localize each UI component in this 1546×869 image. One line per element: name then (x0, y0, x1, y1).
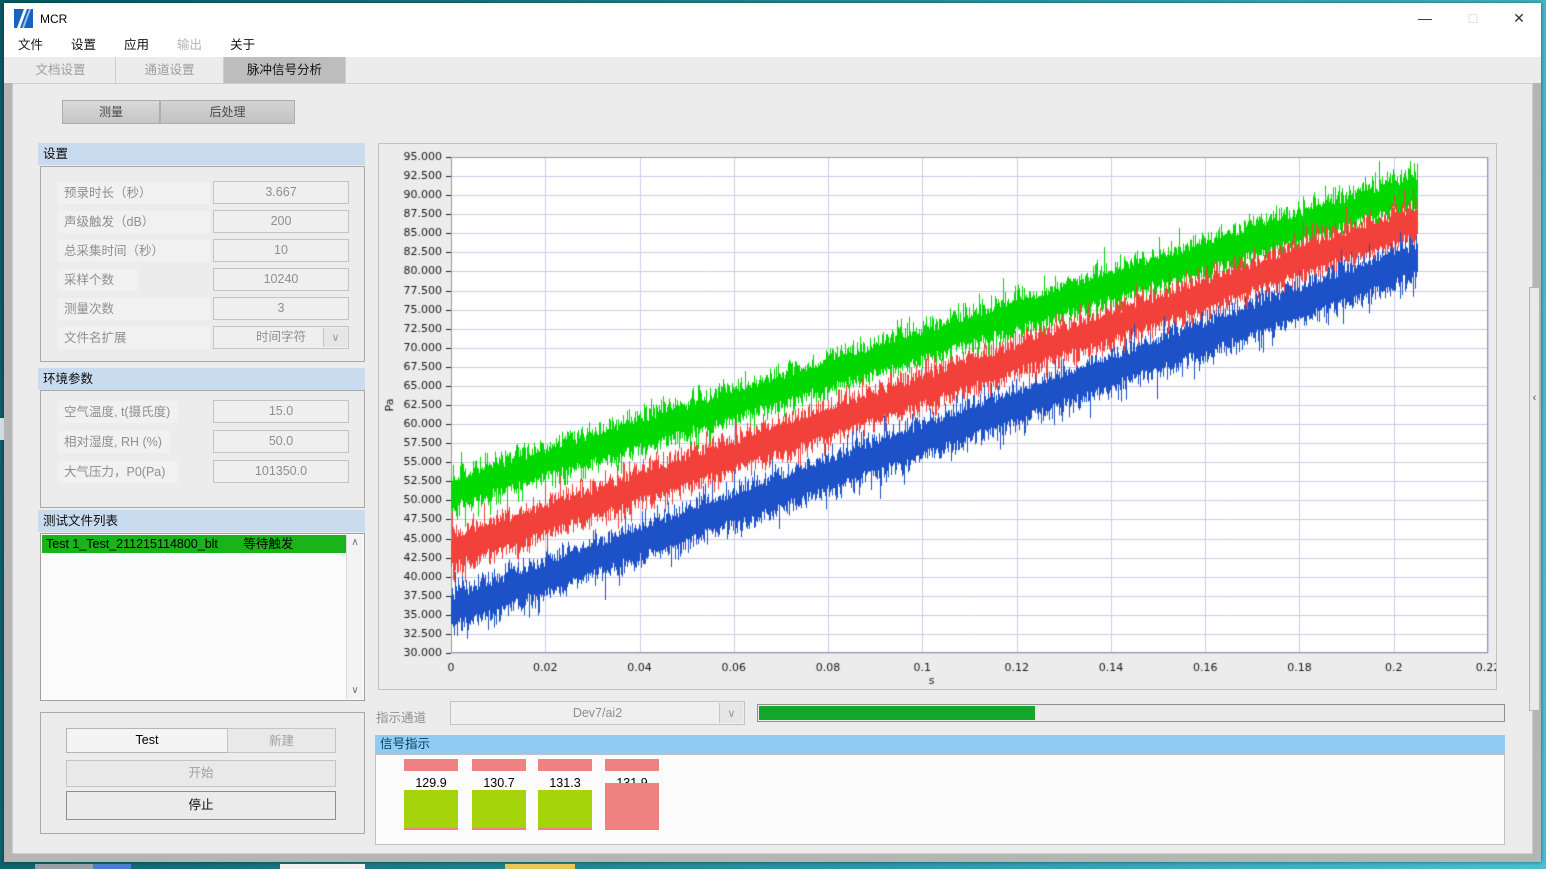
humidity-label: 相对湿度, RH (%) (58, 431, 170, 453)
filename-ext-dropdown[interactable]: 时间字符 ∨ (213, 326, 349, 349)
menu-bar: 文件 设置 应用 输出 关于 (4, 34, 1541, 57)
desktop-icon-sliver (0, 418, 4, 440)
new-button[interactable]: 新建 (227, 728, 336, 753)
level-trigger-label: 声级触发（dB） (58, 211, 210, 233)
signal-indicator-box: 129.9 130.7 131.3 131.9 (375, 754, 1505, 845)
maximize-button[interactable]: □ (1450, 3, 1496, 33)
start-button[interactable]: 开始 (66, 760, 336, 787)
test-file-list[interactable]: Test 1_Test_211215114800_blt 等待触发 ∧ ∨ (40, 533, 365, 701)
subtab-measure[interactable]: 测量 (62, 100, 160, 124)
pressure-field[interactable]: 101350.0 (213, 460, 349, 483)
tab-document-settings[interactable]: 文档设置 (6, 57, 116, 83)
title-bar: MCR — □ ✕ (4, 3, 1541, 34)
menu-settings[interactable]: 设置 (57, 34, 110, 57)
taskbar-icon-sliver (35, 864, 93, 869)
minimize-button[interactable]: — (1402, 3, 1448, 33)
taskbar-icon-sliver (93, 864, 131, 869)
close-button[interactable]: ✕ (1496, 3, 1542, 33)
list-scrollbar[interactable]: ∧ ∨ (346, 535, 363, 699)
signal-section-header: 信号指示 (375, 735, 1505, 754)
chevron-down-icon[interactable]: ∨ (719, 703, 743, 723)
signal-value: 130.7 (472, 776, 526, 790)
signal-value: 131.3 (538, 776, 592, 790)
app-logo-icon (14, 9, 33, 28)
taskbar-icon-sliver (280, 864, 365, 869)
signal-level-block (472, 790, 526, 830)
signal-value: 129.9 (404, 776, 458, 790)
indicator-channel-value: Dev7/ai2 (573, 706, 622, 720)
test-file-status: 等待触发 (243, 537, 293, 551)
tab-channel-settings[interactable]: 通道设置 (116, 57, 224, 83)
tab-strip: 文档设置 通道设置 脉冲信号分析 (4, 57, 1541, 83)
test-name-input[interactable]: Test (66, 728, 228, 753)
env-group-header: 环境参数 (38, 368, 365, 390)
humidity-field[interactable]: 50.0 (213, 430, 349, 453)
window-title: MCR (40, 12, 67, 26)
menu-about[interactable]: 关于 (216, 34, 269, 57)
level-trigger-field[interactable]: 200 (213, 210, 349, 233)
measure-times-field[interactable]: 3 (213, 297, 349, 320)
pressure-label: 大气压力，P0(Pa) (58, 461, 178, 483)
measure-times-label: 测量次数 (58, 298, 210, 320)
signal-threshold-bar (538, 759, 592, 771)
sample-count-field[interactable]: 10240 (213, 268, 349, 291)
indicator-channel-dropdown[interactable]: Dev7/ai2 ∨ (450, 701, 745, 725)
filename-ext-label: 文件名扩展 (58, 327, 210, 349)
indicator-channel-label: 指示通道 (376, 707, 426, 726)
prerecord-duration-label: 预录时长（秒） (58, 182, 210, 204)
signal-threshold-bar (605, 759, 659, 771)
scroll-up-icon[interactable]: ∧ (347, 535, 363, 551)
list-item[interactable]: Test 1_Test_211215114800_blt 等待触发 (42, 535, 346, 553)
chart-panel (378, 143, 1497, 690)
taskbar-icon-sliver (505, 864, 575, 869)
collapse-left-icon: ‹ (1530, 392, 1539, 404)
scroll-down-icon[interactable]: ∨ (347, 683, 363, 699)
chevron-down-icon[interactable]: ∨ (323, 328, 347, 347)
test-file-name: Test 1_Test_211215114800_blt (46, 537, 218, 551)
subtab-postprocess[interactable]: 后处理 (160, 100, 295, 124)
filename-ext-value: 时间字符 (256, 330, 306, 344)
sample-count-label: 采样个数 (58, 269, 138, 291)
prerecord-duration-field[interactable]: 3.667 (213, 181, 349, 204)
air-temp-label: 空气温度, t(摄氏度) (58, 401, 178, 423)
air-temp-field[interactable]: 15.0 (213, 400, 349, 423)
filelist-header: 测试文件列表 (38, 510, 365, 532)
signal-threshold-bar (404, 759, 458, 771)
menu-apply[interactable]: 应用 (110, 34, 163, 57)
total-time-field[interactable]: 10 (213, 239, 349, 262)
settings-group-header: 设置 (38, 143, 365, 165)
progress-fill (759, 706, 1035, 720)
stop-button[interactable]: 停止 (66, 791, 336, 820)
menu-file[interactable]: 文件 (4, 34, 57, 57)
app-window: MCR — □ ✕ 文件 设置 应用 输出 关于 文档设置 通道设置 脉冲信号分… (4, 3, 1541, 862)
signal-level-block (605, 783, 659, 830)
menu-output[interactable]: 输出 (163, 34, 216, 57)
acquisition-progress-bar (757, 704, 1505, 722)
signal-level-block (538, 790, 592, 830)
pulse-signal-chart (379, 144, 1496, 689)
total-time-label: 总采集时间（秒） (58, 240, 210, 262)
tab-pulse-analysis[interactable]: 脉冲信号分析 (224, 57, 346, 83)
signal-threshold-bar (472, 759, 526, 771)
signal-level-block (404, 790, 458, 830)
panel-splitter-handle[interactable]: ‹ (1529, 287, 1540, 711)
